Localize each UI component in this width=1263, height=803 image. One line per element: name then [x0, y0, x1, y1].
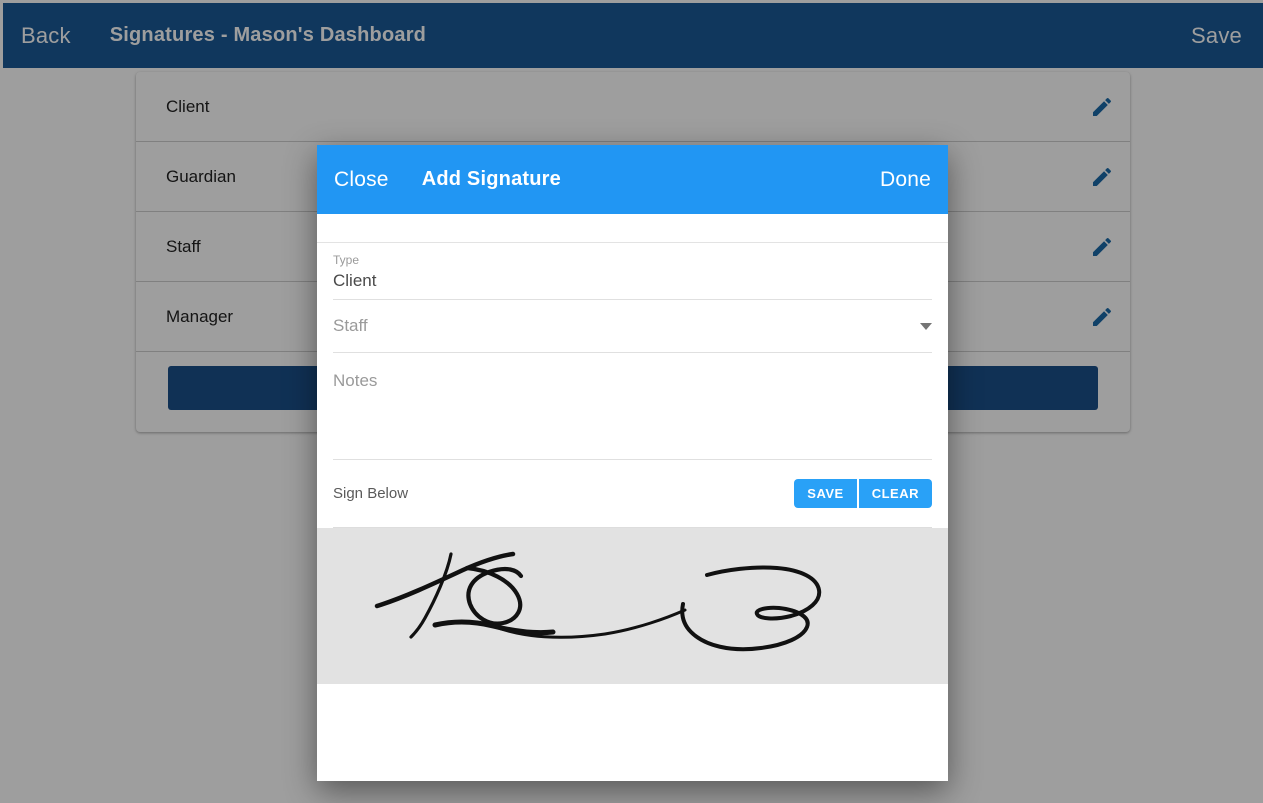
- app-root: Back Signatures - Mason's Dashboard Save…: [0, 0, 1263, 803]
- notes-field-placeholder: Notes: [333, 371, 378, 390]
- signature-pad[interactable]: [317, 528, 948, 684]
- chevron-down-icon[interactable]: [920, 322, 932, 330]
- modal-header: Close Add Signature Done: [317, 145, 948, 214]
- modal-body: Type Client Staff Notes Sign Below SAVE …: [317, 214, 948, 684]
- type-field[interactable]: Type Client: [333, 243, 932, 300]
- staff-select[interactable]: Staff: [333, 300, 932, 353]
- notes-field[interactable]: Notes: [333, 353, 932, 460]
- done-button[interactable]: Done: [880, 168, 931, 192]
- signature-clear-button[interactable]: CLEAR: [858, 479, 932, 508]
- sign-below-label: Sign Below: [333, 485, 409, 502]
- signature-save-button[interactable]: SAVE: [794, 479, 857, 508]
- modal-title: Add Signature: [421, 168, 561, 190]
- signature-ink: [374, 551, 822, 652]
- signature-actions: SAVE CLEAR: [794, 479, 932, 508]
- add-signature-modal: Close Add Signature Done Type Client Sta…: [317, 145, 948, 781]
- staff-select-placeholder: Staff: [333, 316, 368, 335]
- type-field-label: Type: [333, 253, 360, 267]
- modal-footer: [317, 684, 948, 781]
- sign-below-row: Sign Below SAVE CLEAR: [333, 460, 932, 528]
- type-field-value: Client: [333, 271, 377, 290]
- close-button[interactable]: Close: [334, 168, 389, 192]
- modal-body-spacer: [317, 214, 948, 243]
